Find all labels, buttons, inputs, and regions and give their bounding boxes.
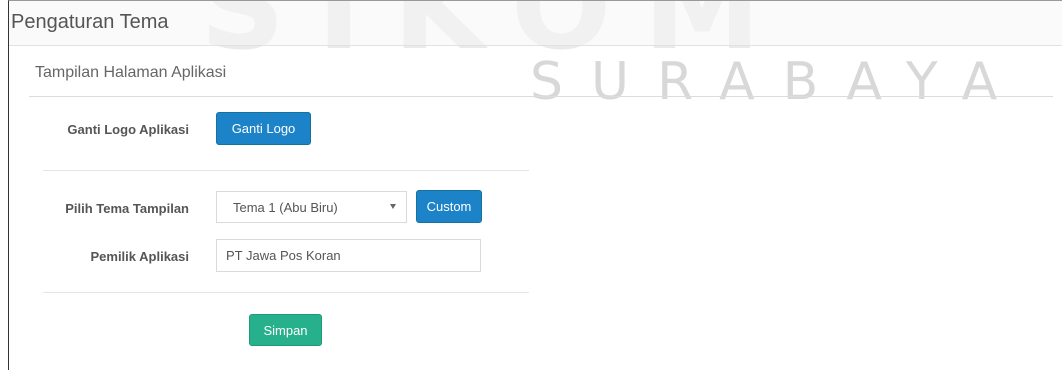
logo-label: Ganti Logo Aplikasi — [67, 122, 189, 137]
form-divider — [43, 170, 529, 171]
save-button[interactable]: Simpan — [249, 314, 322, 346]
custom-theme-button[interactable]: Custom — [416, 190, 482, 223]
caret-down-icon — [390, 204, 396, 209]
form-divider — [43, 292, 529, 293]
theme-select[interactable]: Tema 1 (Abu Biru) — [216, 191, 407, 223]
change-logo-button[interactable]: Ganti Logo — [216, 112, 311, 145]
owner-input[interactable] — [216, 239, 481, 272]
page-title: Pengaturan Tema — [11, 11, 169, 33]
panel-title-divider — [29, 96, 1053, 97]
theme-label: Pilih Tema Tampilan — [65, 201, 189, 216]
content-frame: Pengaturan Tema Tampilan Halaman Aplikas… — [8, 0, 1062, 370]
theme-select-value: Tema 1 (Abu Biru) — [233, 200, 338, 215]
page-header: Pengaturan Tema — [9, 1, 1062, 46]
panel-title: Tampilan Halaman Aplikasi — [35, 64, 227, 81]
owner-label: Pemilik Aplikasi — [90, 249, 189, 264]
